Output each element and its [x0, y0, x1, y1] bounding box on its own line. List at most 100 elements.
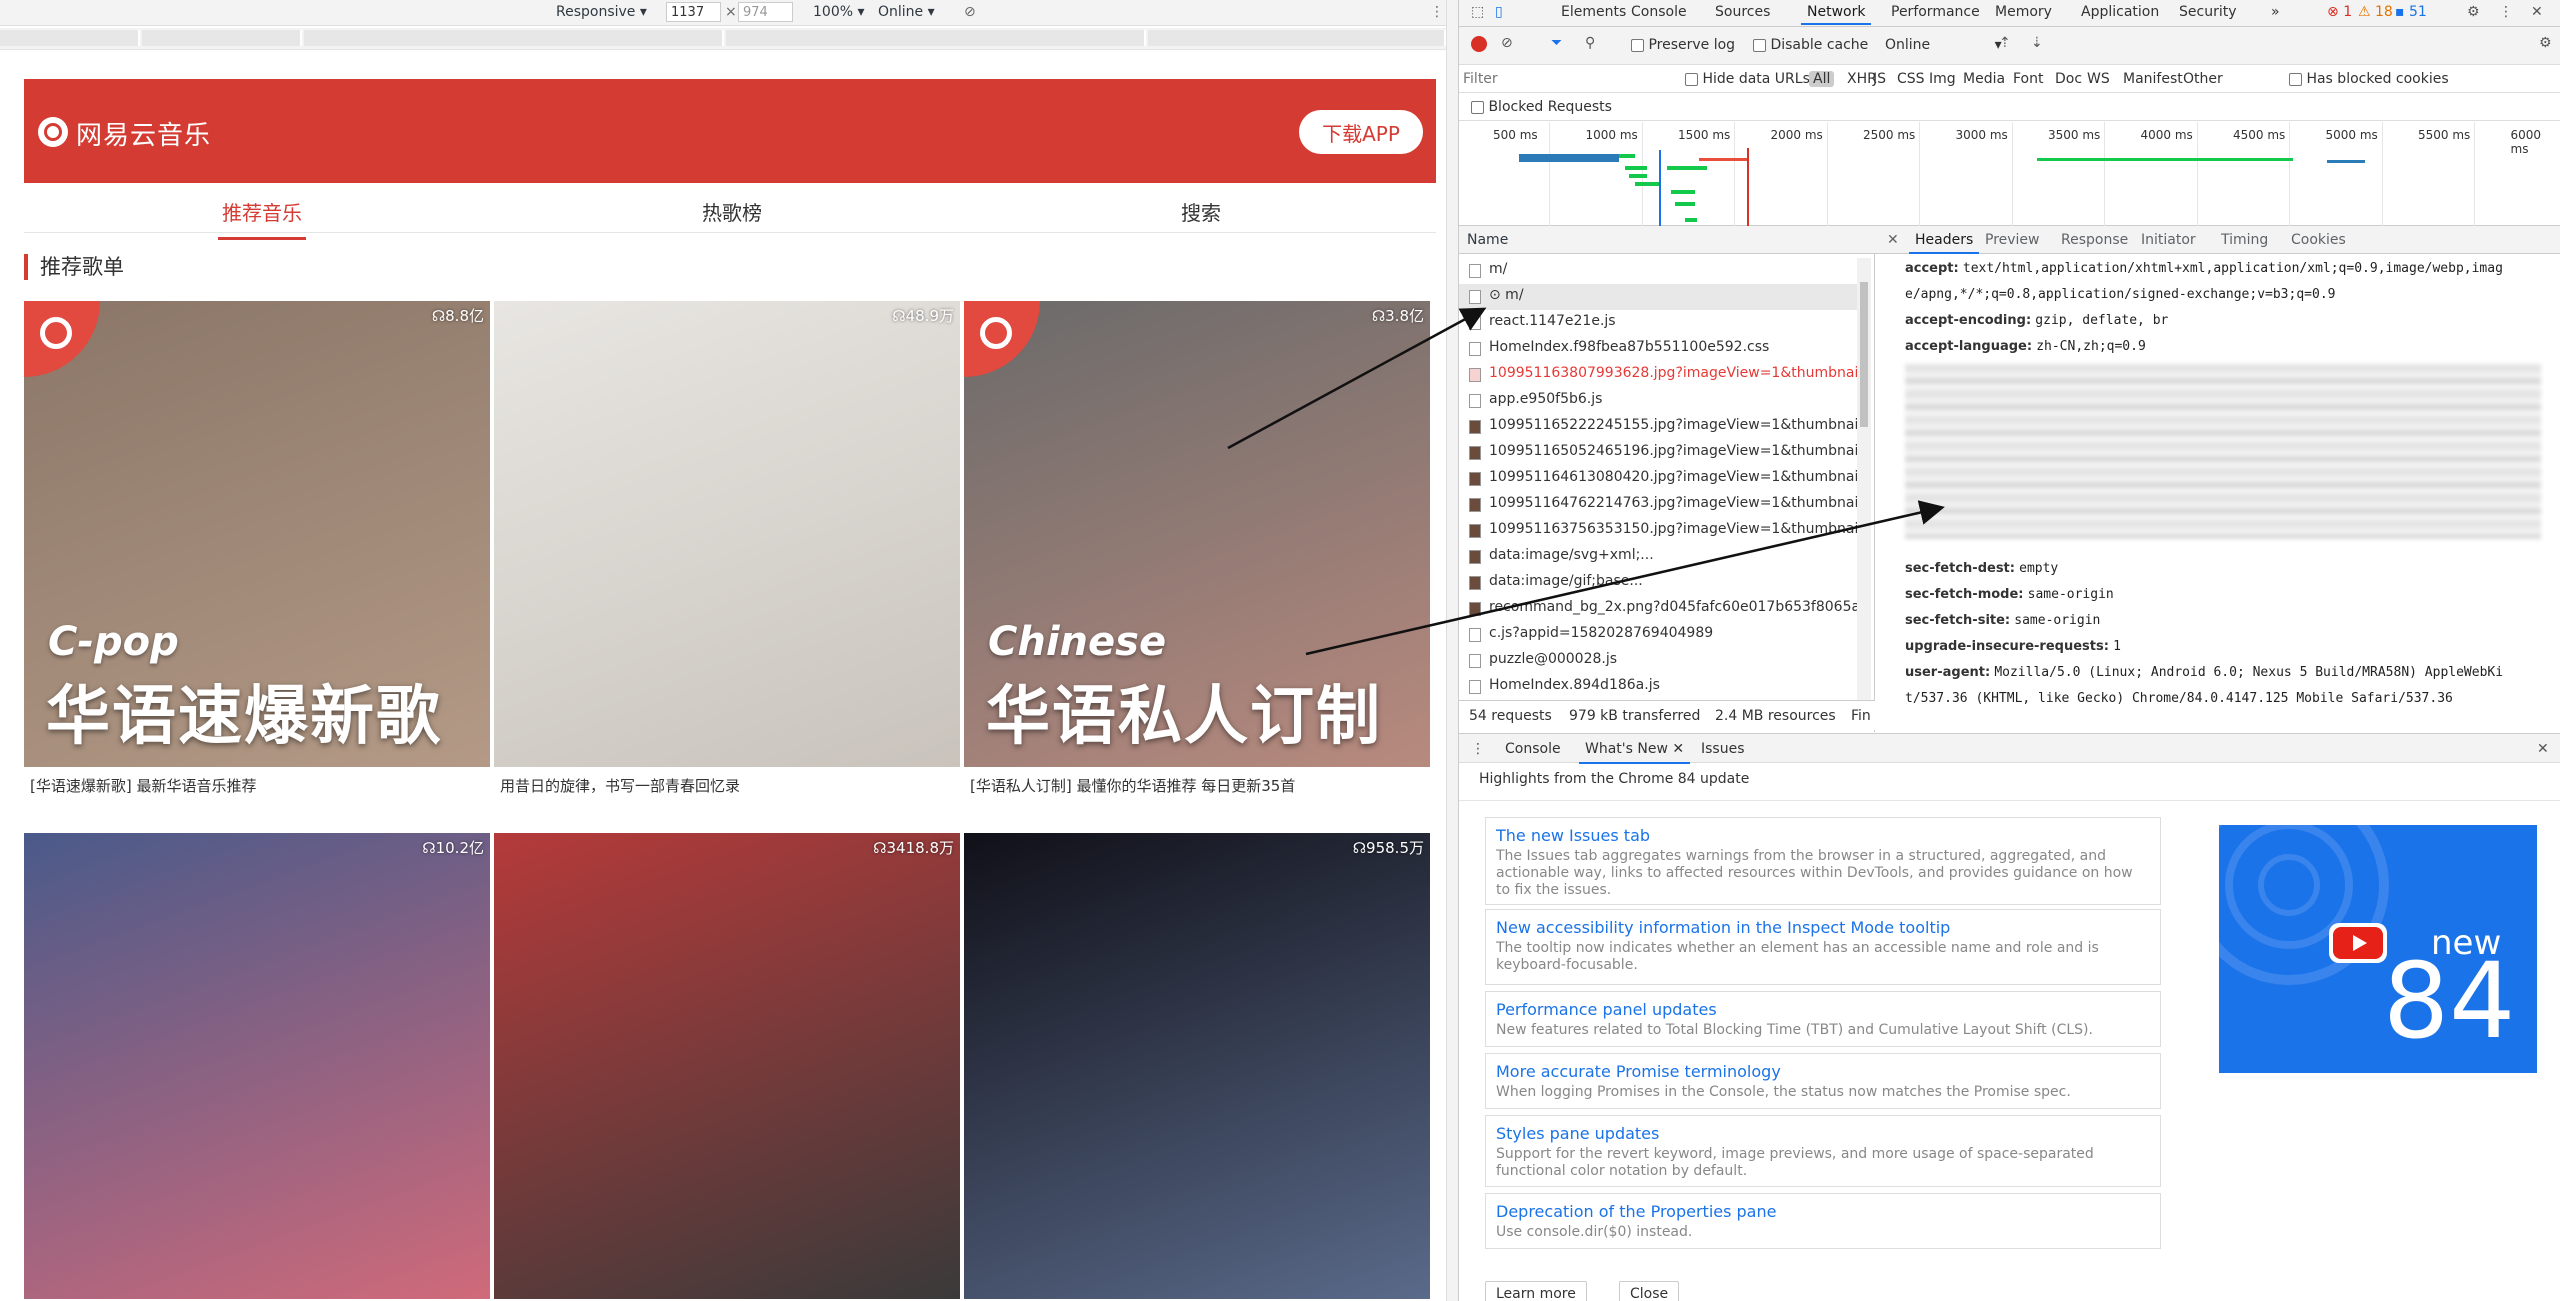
zoom-select[interactable]: 100% ▾	[813, 4, 865, 20]
whats-new-item[interactable]: New accessibility information in the Ins…	[1485, 909, 2161, 985]
filter-type-all[interactable]: All	[1809, 71, 1835, 87]
viewport-width-input[interactable]	[666, 2, 721, 22]
import-har-icon[interactable]: ⇡	[1999, 35, 2011, 51]
whats-new-item-title[interactable]: Performance panel updates	[1496, 1000, 2150, 1020]
filter-type-css[interactable]: CSS	[1897, 71, 1925, 87]
learn-more-button[interactable]: Learn more	[1485, 1281, 1587, 1301]
request-row[interactable]: data:image/svg+xml;...	[1459, 544, 1859, 570]
filter-type-other[interactable]: Other	[2183, 71, 2223, 87]
request-row[interactable]: 109951165222245155.jpg?imageView=1&thumb…	[1459, 414, 1859, 440]
whats-new-item-title[interactable]: Styles pane updates	[1496, 1124, 2150, 1144]
inspect-element-icon[interactable]: ⬚	[1471, 4, 1484, 20]
filter-type-doc[interactable]: Doc	[2055, 71, 2082, 87]
record-icon[interactable]	[1471, 36, 1487, 52]
has-blocked-cookies-checkbox[interactable]: Has blocked cookies	[2289, 71, 2449, 87]
playlist-card[interactable]: C-pop 华语速爆新歌 ☊8.8亿 [华语速爆新歌] 最新华语音乐推荐	[24, 301, 490, 795]
whats-new-item[interactable]: Performance panel updates New features re…	[1485, 991, 2161, 1047]
panel-tab-elements[interactable]: Elements	[1561, 4, 1626, 20]
viewport-height-input[interactable]	[738, 2, 793, 22]
request-row[interactable]: 109951164762214763.jpg?imageView=1&thumb…	[1459, 492, 1859, 518]
request-row[interactable]: puzzle@000028.js	[1459, 648, 1859, 674]
whats-new-item-title[interactable]: New accessibility information in the Ins…	[1496, 918, 2150, 938]
request-row[interactable]: c.js?appid=1582028769404989	[1459, 622, 1859, 648]
more-options-icon[interactable]: ⋮	[1430, 4, 1444, 20]
device-select[interactable]: Responsive ▾	[556, 4, 647, 20]
settings-gear-icon[interactable]: ⚙	[2467, 4, 2480, 20]
request-row[interactable]: m/	[1459, 258, 1859, 284]
panel-tab-application[interactable]: Application	[2081, 4, 2159, 20]
request-list-scroll-thumb[interactable]	[1860, 282, 1868, 427]
filter-icon[interactable]: ⏷	[1551, 35, 1562, 51]
message-count[interactable]: ▪ 51	[2395, 4, 2427, 20]
preserve-log-checkbox[interactable]: Preserve log	[1631, 37, 1735, 53]
rotate-icon[interactable]: ⊘	[964, 4, 976, 20]
media-query-ruler[interactable]	[0, 28, 1446, 50]
request-row[interactable]: 109951163807993628.jpg?imageView=1&thumb…	[1459, 362, 1859, 388]
playlist-cover[interactable]: ☊10.2亿	[24, 833, 490, 1299]
hide-data-urls-checkbox[interactable]: Hide data URLs	[1685, 71, 1810, 87]
filter-type-img[interactable]: Img	[1929, 71, 1956, 87]
more-menu-icon[interactable]: ⋮	[2499, 4, 2513, 20]
export-har-icon[interactable]: ⇣	[2031, 35, 2043, 51]
request-row[interactable]: react.1147e21e.js	[1459, 310, 1859, 336]
panel-tab-console[interactable]: Console	[1631, 4, 1687, 20]
throttle-select[interactable]: Online ▾	[878, 4, 935, 20]
filter-type-js[interactable]: JS	[1873, 71, 1886, 87]
playlist-card[interactable]: ☊958.5万	[964, 833, 1430, 1299]
playlist-card[interactable]: ☊10.2亿	[24, 833, 490, 1299]
whats-new-item[interactable]: More accurate Promise terminology When lo…	[1485, 1053, 2161, 1109]
detail-tab-preview[interactable]: Preview	[1985, 232, 2040, 248]
panel-tab-network[interactable]: Network	[1800, 4, 1872, 25]
device-toggle-icon[interactable]: ▯	[1495, 4, 1503, 20]
drawer-tab-issues[interactable]: Issues	[1701, 741, 1745, 757]
disable-cache-checkbox[interactable]: Disable cache	[1753, 37, 1868, 53]
whats-new-item[interactable]: Styles pane updates Support for the rever…	[1485, 1115, 2161, 1187]
request-row[interactable]: HomeIndex.894d186a.js	[1459, 674, 1859, 700]
blocked-requests-checkbox[interactable]: Blocked Requests	[1471, 99, 1612, 115]
network-throttle-select[interactable]: Online ▾	[1885, 37, 2002, 53]
download-app-button[interactable]: 下载APP	[1299, 110, 1423, 154]
whats-new-item[interactable]: Deprecation of the Properties pane Use co…	[1485, 1193, 2161, 1249]
request-row[interactable]: 109951164613080420.jpg?imageView=1&thumb…	[1459, 466, 1859, 492]
panel-tab-performance[interactable]: Performance	[1891, 4, 1980, 20]
tab-hot-songs[interactable]: 热歌榜	[702, 197, 762, 226]
network-settings-icon[interactable]: ⚙	[2539, 35, 2552, 51]
detail-tab-headers[interactable]: Headers	[1908, 232, 1980, 254]
drawer-menu-icon[interactable]: ⋮	[1471, 741, 1485, 757]
request-row[interactable]: ⊙ m/	[1459, 284, 1859, 310]
playlist-title[interactable]: [华语速爆新歌] 最新华语音乐推荐	[30, 775, 490, 796]
playlist-cover[interactable]: ☊48.9万	[494, 301, 960, 767]
filter-type-manifest[interactable]: Manifest	[2123, 71, 2183, 87]
drawer-tab-console[interactable]: Console	[1505, 741, 1561, 757]
filter-type-media[interactable]: Media	[1963, 71, 2005, 87]
request-row[interactable]: data:image/gif;base...	[1459, 570, 1859, 596]
request-row[interactable]: recommand_bg_2x.png?d045fafc60e017b653f8…	[1459, 596, 1859, 622]
close-devtools-icon[interactable]: ✕	[2531, 4, 2543, 20]
panel-tab-memory[interactable]: Memory	[1995, 4, 2052, 20]
detail-tab-response[interactable]: Response	[2061, 232, 2128, 248]
name-column-header[interactable]: Name	[1459, 226, 1875, 254]
playlist-title[interactable]: 用昔日的旋律，书写一部青春回忆录	[500, 775, 960, 796]
playlist-title[interactable]: [华语私人订制] 最懂你的华语推荐 每日更新35首	[970, 775, 1430, 796]
close-drawer-icon[interactable]: ✕	[2537, 741, 2549, 757]
more-panels-icon[interactable]: »	[2271, 4, 2280, 20]
request-row[interactable]: app.e950f5b6.js	[1459, 388, 1859, 414]
error-count[interactable]: ⊗ 1	[2327, 4, 2352, 20]
filter-input[interactable]	[1463, 69, 1673, 89]
pane-splitter[interactable]	[1446, 0, 1458, 1301]
playlist-cover[interactable]: ☊958.5万	[964, 833, 1430, 1299]
warning-count[interactable]: ⚠ 18	[2358, 4, 2393, 20]
whats-new-item[interactable]: The new Issues tab The Issues tab aggrega…	[1485, 817, 2161, 905]
playlist-card[interactable]: ☊3418.8万	[494, 833, 960, 1299]
playlist-cover[interactable]: ☊3418.8万	[494, 833, 960, 1299]
whats-new-item-title[interactable]: The new Issues tab	[1496, 826, 2150, 846]
whats-new-item-title[interactable]: Deprecation of the Properties pane	[1496, 1202, 2150, 1222]
close-button[interactable]: Close	[1619, 1281, 1680, 1301]
panel-tab-security[interactable]: Security	[2179, 4, 2237, 20]
request-row[interactable]: 109951163756353150.jpg?imageView=1&thumb…	[1459, 518, 1859, 544]
search-icon[interactable]: ⚲	[1585, 35, 1595, 51]
playlist-cover[interactable]: Chinese 华语私人订制 ☊3.8亿	[964, 301, 1430, 767]
close-details-icon[interactable]: ✕	[1887, 232, 1899, 248]
filter-type-ws[interactable]: WS	[2087, 71, 2110, 87]
playlist-card[interactable]: ☊48.9万用昔日的旋律，书写一部青春回忆录	[494, 301, 960, 795]
